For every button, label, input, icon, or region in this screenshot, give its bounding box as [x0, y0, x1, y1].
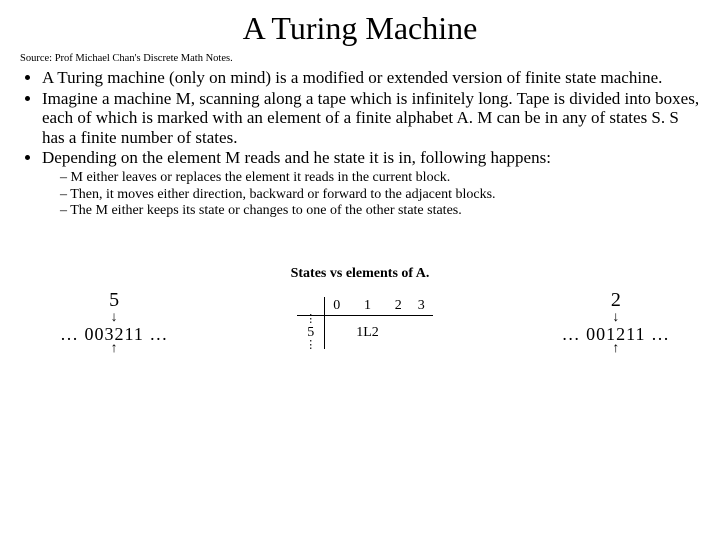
bullet-3-text: Depending on the element M reads and he … [42, 148, 551, 167]
cell-5-1: 1L2 [348, 324, 387, 342]
arrow-up-icon: ↑ [111, 343, 118, 354]
diagram-caption: States vs elements of A. [20, 266, 700, 282]
source-line: Source: Prof Michael Chan's Discrete Mat… [20, 53, 700, 64]
arrow-up-icon: ↑ [612, 343, 619, 354]
col-3: 3 [410, 297, 433, 316]
right-head-state: 2 [611, 290, 621, 310]
bullet-3: Depending on the element M reads and he … [42, 148, 700, 220]
bullet-2: Imagine a machine M, scanning along a ta… [42, 89, 700, 148]
bullet-1: A Turing machine (only on mind) is a mod… [42, 68, 700, 88]
slide-title: A Turing Machine [20, 10, 700, 47]
sub-bullet-list: M either leaves or replaces the element … [42, 170, 700, 220]
sub-bullet-1: M either leaves or replaces the element … [60, 170, 700, 187]
sub-bullet-3: The M either keeps its state or changes … [60, 203, 700, 220]
right-tape: 2 ↓ … 001211 … ↑ [562, 290, 670, 356]
diagram-row: 5 ↓ … 003211 … ↑ 0 1 2 3 ⋮ 5 [20, 290, 700, 356]
transition-table: 0 1 2 3 ⋮ 5 1L2 ⋮ [297, 297, 433, 349]
vdots-top: ⋮ [297, 316, 325, 324]
bullet-list: A Turing machine (only on mind) is a mod… [20, 68, 700, 220]
sub-bullet-2: Then, it moves either direction, backwar… [60, 187, 700, 204]
arrow-down-icon: ↓ [612, 312, 619, 323]
left-tape: 5 ↓ … 003211 … ↑ [60, 290, 168, 356]
vdots-bottom: ⋮ [297, 342, 325, 350]
left-head-state: 5 [109, 290, 119, 310]
col-2: 2 [387, 297, 410, 316]
arrow-down-icon: ↓ [111, 312, 118, 323]
col-0: 0 [325, 297, 349, 316]
col-1: 1 [348, 297, 387, 316]
